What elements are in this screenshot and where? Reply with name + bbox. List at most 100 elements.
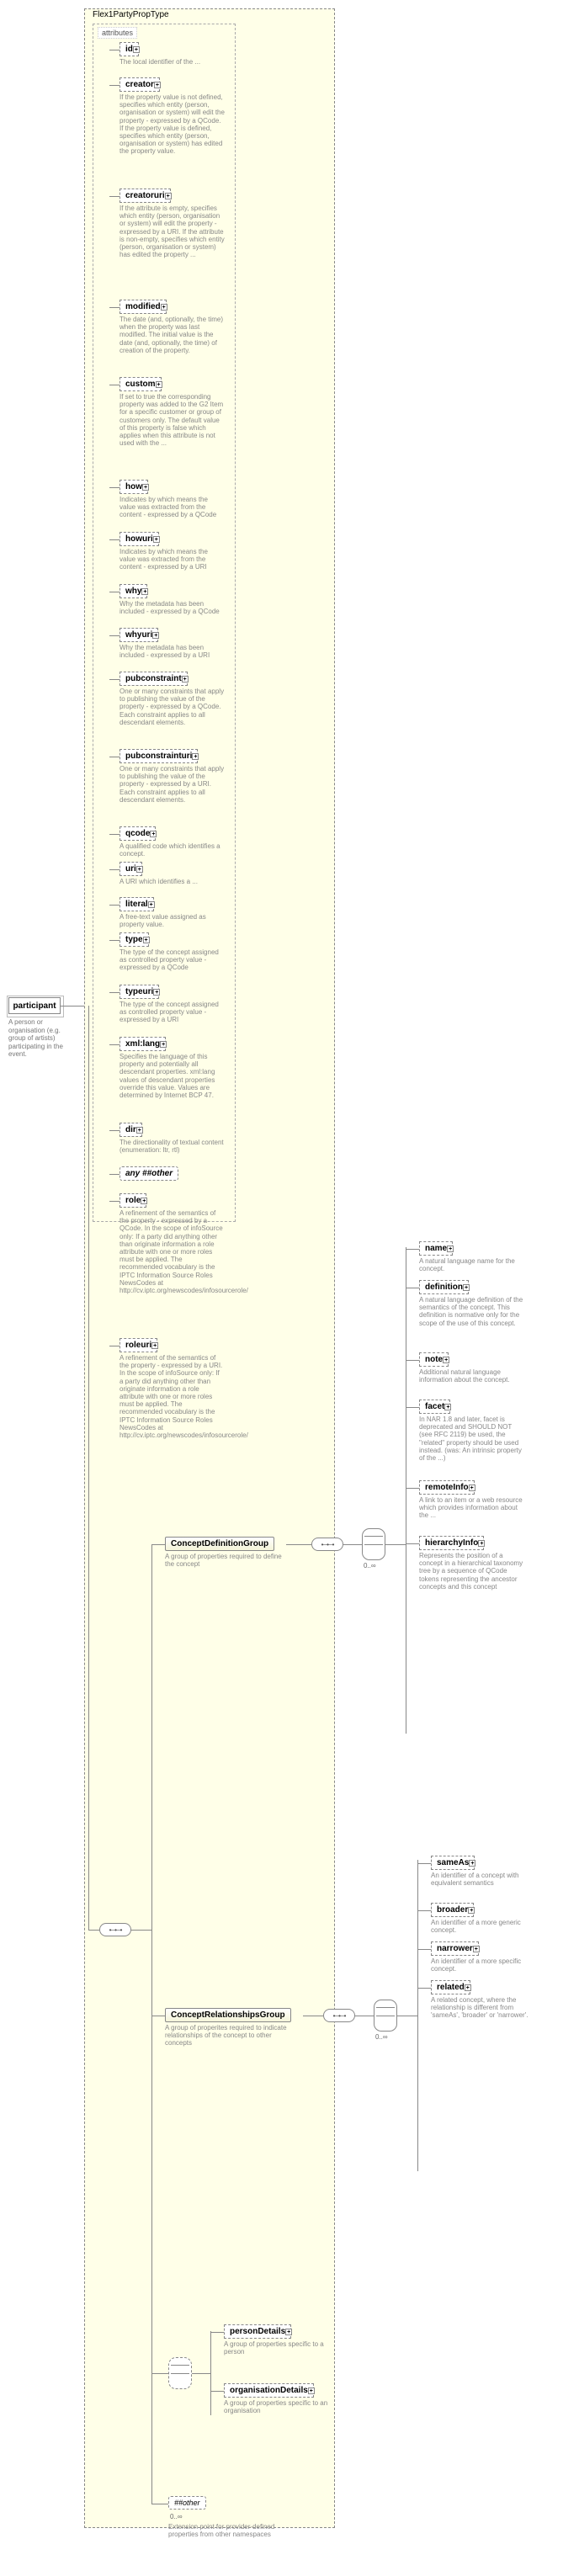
expand-icon[interactable]: + (308, 2387, 315, 2394)
attribute-roleuri: roleuri+A refinement of the semantics of… (120, 1338, 229, 1439)
attribute-pubconstrainturi: pubconstrainturi+One or many constraints… (120, 749, 229, 804)
attribute-modified: modified+The date (and, optionally, the … (120, 300, 229, 354)
expand-icon[interactable]: + (160, 1041, 167, 1048)
connector (109, 487, 120, 488)
connector (417, 1863, 431, 1864)
type-title: Flex1PartyPropType (93, 10, 169, 19)
attribute-qcode: qcode+A qualified code which identifies … (120, 826, 229, 858)
expand-icon[interactable]: + (133, 46, 140, 53)
expand-icon[interactable]: + (136, 1127, 143, 1134)
choice-connector (168, 2357, 192, 2389)
connector (406, 1360, 419, 1361)
expand-icon[interactable]: + (447, 1246, 454, 1252)
expand-icon[interactable]: + (142, 484, 149, 491)
connector (406, 1543, 419, 1544)
expand-icon[interactable]: + (443, 1357, 449, 1363)
expand-icon[interactable]: + (182, 676, 189, 683)
expand-icon[interactable]: + (465, 1984, 471, 1991)
expand-icon[interactable]: + (148, 901, 155, 908)
attribute-role: role+A refinement of the semantics of th… (120, 1193, 229, 1294)
connector (406, 1488, 419, 1489)
expand-icon[interactable]: + (141, 1198, 147, 1204)
connector (210, 2331, 211, 2415)
connector (109, 834, 120, 835)
element-hierarchyinfo: hierarchyInfo+Represents the position of… (419, 1536, 529, 1591)
expand-icon[interactable]: + (192, 753, 199, 760)
attribute-type: type+The type of the concept assigned as… (120, 932, 229, 972)
root-element: participant (8, 997, 61, 1014)
choice-connector (374, 2000, 397, 2032)
root-annotation: A person or organisation (e.g. group of … (8, 1018, 72, 1059)
expand-icon[interactable]: + (165, 193, 172, 199)
sequence-connector (323, 2009, 355, 2022)
connector (385, 1544, 406, 1545)
expand-icon[interactable]: + (463, 1284, 470, 1291)
attribute-pubconstraint: pubconstraint+One or many constraints th… (120, 672, 229, 726)
expand-icon[interactable]: + (152, 632, 159, 639)
any-other-extension: ##other (168, 2496, 206, 2510)
expand-icon[interactable]: + (151, 1342, 158, 1349)
expand-icon[interactable]: + (469, 1860, 475, 1867)
connector (109, 869, 120, 870)
attribute-uri: uri+A URI which identifies a ... (120, 862, 229, 885)
element-name: name+A natural language name for the con… (419, 1241, 529, 1272)
expand-icon[interactable]: + (153, 989, 160, 996)
expand-icon[interactable]: + (150, 831, 157, 837)
connector (109, 1174, 120, 1175)
connector (151, 1544, 152, 2504)
connector (89, 1930, 99, 1931)
attribute-xmllang: xml:lang+Specifies the language of this … (120, 1037, 229, 1099)
expand-icon[interactable]: + (473, 1946, 480, 1952)
connector (210, 2332, 224, 2333)
concept-relationships-group: ConceptRelationshipsGroup A group of pro… (165, 2008, 300, 2048)
expand-icon[interactable]: + (141, 588, 148, 595)
connector (109, 1044, 120, 1045)
expand-icon[interactable]: + (153, 536, 160, 543)
connector (417, 1860, 418, 2171)
connector (131, 1930, 151, 1931)
connector (109, 635, 120, 636)
expand-icon[interactable]: + (478, 1540, 485, 1547)
connector (109, 679, 120, 680)
connector (417, 1949, 431, 1950)
expand-icon[interactable]: + (469, 1485, 475, 1491)
attribute-creatoruri: creatoruri+If the attribute is empty, sp… (120, 189, 229, 258)
attribute-id: id+The local identifier of the ... (120, 42, 229, 66)
connector (192, 2373, 210, 2374)
expand-icon[interactable]: + (136, 866, 143, 873)
element-persondetails: personDetails+A group of properties spec… (224, 2324, 333, 2356)
choice-connector (362, 1528, 385, 1560)
occurrence: 0..∞ (364, 1562, 376, 1570)
element-remoteinfo: remoteInfo+A link to an item or a web re… (419, 1480, 529, 1520)
element-sameas: sameAs+An identifier of a concept with e… (431, 1856, 540, 1887)
expand-icon[interactable]: + (285, 2329, 292, 2335)
attribute-how: how+Indicates by which means the value w… (120, 480, 229, 519)
expand-icon[interactable]: + (156, 381, 162, 388)
attribute-howuri: howuri+Indicates by which means the valu… (120, 532, 229, 571)
any-extension-anno: Extension point for provider-defined pro… (168, 2523, 286, 2538)
connector (151, 1544, 165, 1545)
expand-icon[interactable]: + (154, 82, 161, 88)
element-narrower: narrower+An identifier of a more specifi… (431, 1941, 540, 1973)
attribute-other: any ##other (120, 1166, 229, 1181)
connector (109, 85, 120, 86)
connector (109, 905, 120, 906)
connector (109, 992, 120, 993)
connector (109, 539, 120, 540)
connector (406, 1249, 419, 1250)
connector (109, 940, 120, 941)
expand-icon[interactable]: + (161, 304, 167, 311)
sequence-connector (99, 1923, 131, 1936)
attribute-typeuri: typeuri+The type of the concept assigned… (120, 985, 229, 1024)
attribute-whyuri: whyuri+Why the metadata has been include… (120, 628, 229, 659)
expand-icon[interactable]: + (444, 1404, 451, 1410)
connector (109, 196, 120, 197)
element-note: note+Additional natural language informa… (419, 1352, 529, 1384)
attribute-dir: dir+The directionality of textual conten… (120, 1123, 229, 1154)
expand-icon[interactable]: + (468, 1907, 475, 1914)
element-related: related+A related concept, where the rel… (431, 1980, 540, 2020)
attribute-creator: creator+If the property value is not def… (120, 77, 229, 156)
connector (109, 307, 120, 308)
expand-icon[interactable]: + (143, 937, 150, 943)
connector (417, 1988, 431, 1989)
